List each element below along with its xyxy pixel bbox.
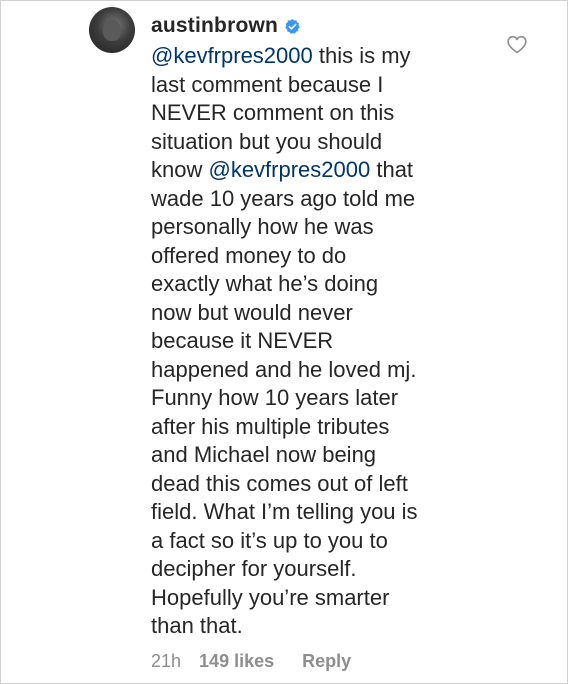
- comment-text-segment: NEVER comment on this: [151, 100, 395, 125]
- comment-line: because it NEVER: [151, 327, 481, 356]
- comment-line: now but would never: [151, 299, 481, 328]
- comment-text-segment: than that.: [151, 613, 243, 638]
- comment-text-segment: this is my: [312, 43, 411, 68]
- comment-line: NEVER comment on this: [151, 99, 481, 128]
- mention-link[interactable]: @kevfrpres2000: [151, 43, 313, 68]
- comment-text-segment: and Michael now being: [151, 442, 377, 467]
- comment-text-segment: personally how he was: [151, 214, 374, 239]
- comment-line: Hopefully you’re smarter: [151, 584, 481, 613]
- comment-line: field. What I’m telling you is: [151, 498, 481, 527]
- comment-line: and Michael now being: [151, 441, 481, 470]
- reply-button[interactable]: Reply: [302, 651, 351, 672]
- comment-line: a fact so it’s up to you to: [151, 527, 481, 556]
- comment-text-segment: decipher for yourself.: [151, 556, 357, 581]
- comment-text-segment: now but would never: [151, 299, 353, 325]
- comment-text-segment: know: [151, 157, 209, 182]
- like-count[interactable]: 149 likes: [199, 651, 274, 672]
- comment-line: personally how he was: [151, 213, 481, 242]
- profile-avatar[interactable]: [89, 7, 135, 53]
- comment-text: @kevfrpres2000 this is my last comment be…: [151, 42, 481, 641]
- comment-text-segment: situation but you should: [151, 128, 383, 154]
- heart-outline-icon[interactable]: [506, 34, 528, 54]
- comment-text-segment: because it NEVER: [151, 328, 334, 353]
- comment-line: decipher for yourself.: [151, 555, 481, 584]
- comment-line: exactly what he’s doing: [151, 270, 481, 299]
- comment-timestamp[interactable]: 21h: [151, 651, 181, 672]
- comment-line: know @kevfrpres2000 that: [151, 156, 481, 185]
- comment-text-segment: last comment because I: [151, 71, 384, 97]
- comment-line: last comment because I: [151, 71, 481, 100]
- comment-line: dead this comes out of left: [151, 470, 481, 499]
- comment: austinbrown @kevfrpres2000 this is my las…: [151, 9, 481, 641]
- comment-text-segment: a fact so it’s up to you to: [151, 527, 388, 553]
- comment-text-segment: Hopefully you’re smarter: [151, 584, 390, 610]
- comment-text-segment: happened and he loved mj.: [151, 356, 417, 382]
- mention-link[interactable]: @kevfrpres2000: [208, 157, 370, 182]
- comment-text-segment: exactly what he’s doing: [151, 271, 379, 296]
- comment-text-segment: Funny how 10 years later: [151, 385, 399, 410]
- comment-text-segment: after his multiple tributes: [151, 413, 390, 439]
- comment-line: wade 10 years ago told me: [151, 185, 481, 214]
- comment-text-segment: wade 10 years ago told me: [151, 185, 416, 211]
- verified-badge-icon: [285, 18, 300, 34]
- comment-text-segment: dead this comes out of left: [151, 470, 408, 496]
- comment-text-segment: offered money to do: [151, 242, 347, 268]
- comment-text-segment: that: [370, 157, 414, 182]
- comment-line: after his multiple tributes: [151, 413, 481, 442]
- comment-text-segment: field. What I’m telling you is: [151, 499, 418, 524]
- comment-line: situation but you should: [151, 128, 481, 157]
- comment-line: Funny how 10 years later: [151, 384, 481, 413]
- username-link[interactable]: austinbrown: [151, 14, 278, 38]
- comment-line: @kevfrpres2000 this is my: [151, 42, 481, 71]
- comment-meta: 21h 149 likes Reply: [151, 651, 351, 672]
- comment-header: austinbrown: [151, 9, 481, 43]
- comment-line: happened and he loved mj.: [151, 356, 481, 385]
- comment-line: offered money to do: [151, 242, 481, 271]
- comment-line: than that.: [151, 612, 481, 641]
- comment-card: austinbrown @kevfrpres2000 this is my las…: [0, 0, 568, 684]
